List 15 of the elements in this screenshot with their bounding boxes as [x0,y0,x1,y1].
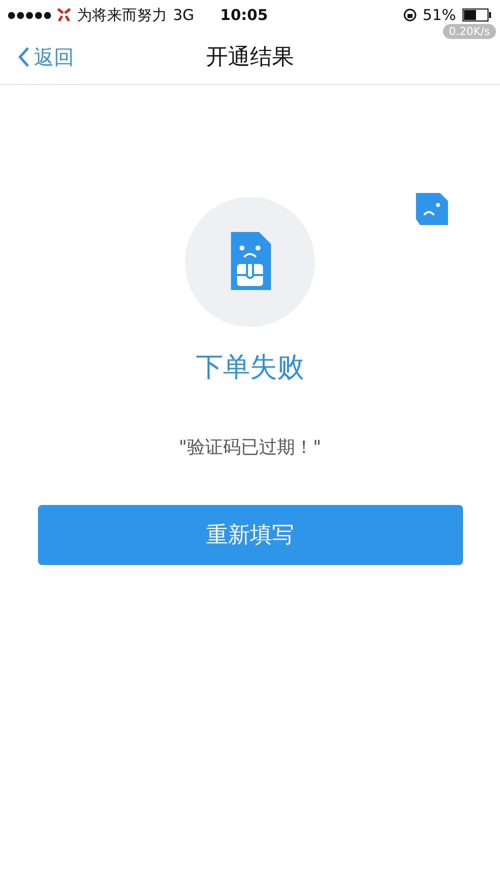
chevron-left-icon [18,46,30,68]
clock: 10:05 [220,6,268,24]
rotation-lock-icon [402,8,417,22]
back-button[interactable]: 返回 [18,44,74,70]
battery-icon [462,8,492,22]
error-message: "验证码已过期！" [178,436,322,459]
page-title: 开通结果 [206,44,294,72]
battery-percent: 51% [422,6,456,24]
network-speed-badge: 0.20K/s [442,24,496,39]
sad-sim-card-icon [229,232,271,292]
signal-icon [8,12,51,18]
carrier-name: 为将来而努力 [77,6,167,24]
network-type: 3G [173,6,194,24]
result-title: 下单失败 [196,351,304,385]
refill-button[interactable]: 重新填写 [38,505,462,565]
